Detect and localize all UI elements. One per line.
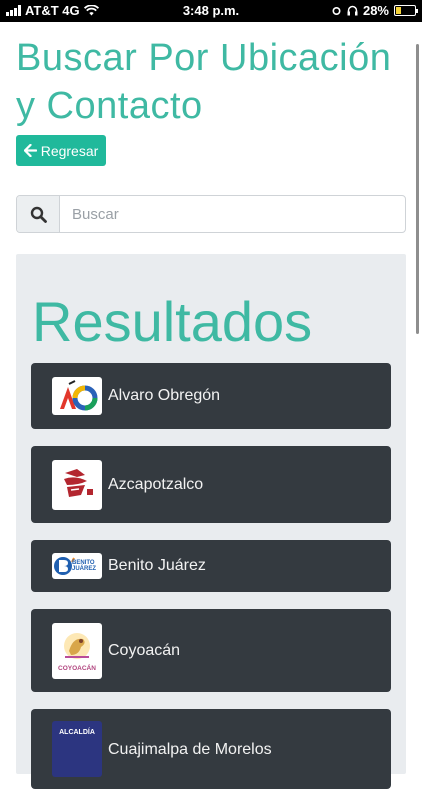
alarm-icon xyxy=(332,7,341,15)
search-icon xyxy=(30,206,47,223)
cuajimalpa-logo: ALCALDÍA xyxy=(52,721,102,777)
azcapotzalco-logo xyxy=(52,459,102,510)
coyoacan-logo-text: COYOACÁN xyxy=(58,665,96,672)
result-item-coyoacan[interactable]: COYOACÁN Coyoacán xyxy=(31,609,391,692)
results-heading: Resultados xyxy=(32,290,313,353)
battery-icon xyxy=(394,5,418,16)
result-item-cuajimalpa[interactable]: ALCALDÍA Cuajimalpa de Morelos xyxy=(31,709,391,789)
result-item-benito-juarez[interactable]: BENITO JUÁREZ Benito Juárez xyxy=(31,540,391,592)
page-scrollbar[interactable] xyxy=(416,44,419,334)
headphones-icon xyxy=(347,5,358,16)
result-label: Cuajimalpa de Morelos xyxy=(108,741,272,758)
coyoacan-logo: COYOACÁN xyxy=(52,622,102,679)
cuajimalpa-logo-text: ALCALDÍA xyxy=(59,729,95,736)
back-button[interactable]: Regresar xyxy=(16,135,106,166)
search-input[interactable] xyxy=(60,196,405,232)
status-bar: AT&T 4G 3:48 p.m. 28% xyxy=(0,0,422,22)
result-label: Benito Juárez xyxy=(108,557,206,574)
battery-percent: 28% xyxy=(362,3,389,18)
result-item-alvaro-obregon[interactable]: Alvaro Obregón xyxy=(31,363,391,429)
back-button-label: Regresar xyxy=(40,142,99,159)
search-addon xyxy=(17,196,60,232)
result-label: Coyoacán xyxy=(108,641,181,659)
result-item-azcapotzalco[interactable]: Azcapotzalco xyxy=(31,446,391,523)
result-label: Azcapotzalco xyxy=(108,475,204,493)
search-bar xyxy=(16,195,406,233)
result-label: Alvaro Obregón xyxy=(108,387,221,404)
benito-juarez-logo-text: BENITO JUÁREZ xyxy=(72,560,97,572)
status-right: 28% xyxy=(331,3,418,18)
alvaro-obregon-logo xyxy=(52,377,102,415)
benito-juarez-logo: BENITO JUÁREZ xyxy=(52,553,102,579)
arrow-left-icon xyxy=(23,144,37,157)
page-title: Buscar Por Ubicación y Contacto xyxy=(16,37,392,127)
